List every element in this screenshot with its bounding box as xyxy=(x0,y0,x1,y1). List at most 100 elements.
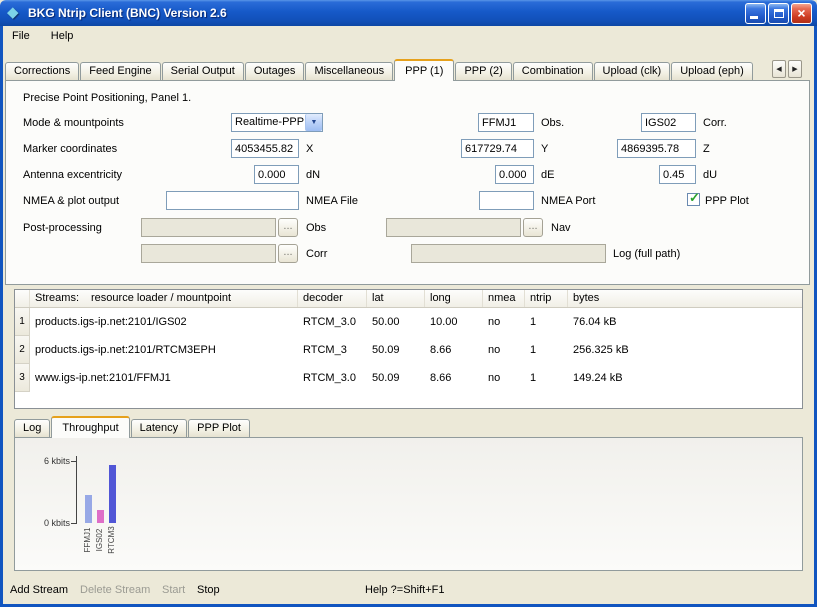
marker-coordinates-label: Marker coordinates xyxy=(23,143,117,155)
obs-label: Obs. xyxy=(541,117,564,129)
tab-combination[interactable]: Combination xyxy=(513,62,593,80)
de-label: dE xyxy=(541,169,554,181)
tab-ppp-2[interactable]: PPP (2) xyxy=(455,62,511,80)
menu-help[interactable]: Help xyxy=(42,26,83,46)
header-long: long xyxy=(425,290,483,307)
row-number[interactable]: 1 xyxy=(15,308,30,336)
y-label: Y xyxy=(541,143,548,155)
mountpoint-header-label: resource loader / mountpoint xyxy=(91,292,231,304)
streams-table: Streams: resource loader / mountpoint dec… xyxy=(14,289,803,409)
throughput-chart: 6 kbits 0 kbits FFMJ1IGS02RTCM3 xyxy=(14,437,803,571)
cell-decoder: RTCM_3 xyxy=(298,336,367,364)
tab-scroll-left-button[interactable]: ◀ xyxy=(772,60,786,78)
main-tab-bar: Corrections Feed Engine Serial Output Ou… xyxy=(5,58,754,80)
cell-lat: 50.09 xyxy=(367,336,425,364)
add-stream-button[interactable]: Add Stream xyxy=(10,584,68,596)
tab-outages[interactable]: Outages xyxy=(245,62,305,80)
nmea-file-label: NMEA File xyxy=(306,195,358,207)
table-row[interactable]: 3 www.igs-ip.net:2101/FFMJ1 RTCM_3.0 50.… xyxy=(15,364,802,392)
cell-lat: 50.09 xyxy=(367,364,425,392)
cell-bytes: 76.04 kB xyxy=(568,308,802,336)
tab-scroll-right-button[interactable]: ▶ xyxy=(788,60,802,78)
du-field[interactable] xyxy=(659,165,696,184)
titlebar[interactable]: ◆ BKG Ntrip Client (BNC) Version 2.6 × xyxy=(0,0,817,26)
check-icon: ✓ xyxy=(689,190,700,206)
table-row[interactable]: 2 products.igs-ip.net:2101/RTCM3EPH RTCM… xyxy=(15,336,802,364)
tab-log[interactable]: Log xyxy=(14,419,50,437)
row-number[interactable]: 2 xyxy=(15,336,30,364)
tab-serial-output[interactable]: Serial Output xyxy=(162,62,244,80)
header-corner xyxy=(15,290,30,307)
table-header: Streams: resource loader / mountpoint dec… xyxy=(15,290,802,308)
tab-upload-clk[interactable]: Upload (clk) xyxy=(594,62,671,80)
obs-mountpoint-field[interactable] xyxy=(478,113,534,132)
de-field[interactable] xyxy=(495,165,534,184)
maximize-button[interactable] xyxy=(768,3,789,24)
y-tick-6 xyxy=(71,461,76,462)
minimize-button[interactable] xyxy=(745,3,766,24)
tab-latency[interactable]: Latency xyxy=(131,419,188,437)
y-coordinate-field[interactable] xyxy=(461,139,534,158)
header-lat: lat xyxy=(367,290,425,307)
close-button[interactable]: × xyxy=(791,3,812,24)
menu-file[interactable]: File xyxy=(3,26,39,46)
cell-nmea: no xyxy=(483,308,525,336)
header-decoder: decoder xyxy=(298,290,367,307)
pp-corr-label: Corr xyxy=(306,248,327,260)
dn-field[interactable] xyxy=(254,165,299,184)
help-label[interactable]: Help ?=Shift+F1 xyxy=(365,584,445,596)
header-ntrip: ntrip xyxy=(525,290,568,307)
tab-feed-engine[interactable]: Feed Engine xyxy=(80,62,160,80)
cell-bytes: 256.325 kB xyxy=(568,336,802,364)
delete-stream-button: Delete Stream xyxy=(80,584,150,596)
throughput-plot: 6 kbits 0 kbits FFMJ1IGS02RTCM3 xyxy=(15,438,802,570)
streams-label: Streams: xyxy=(35,292,79,304)
window-controls: × xyxy=(745,3,812,24)
pp-obs-field xyxy=(141,218,276,237)
cell-ntrip: 1 xyxy=(525,336,568,364)
nmea-file-field[interactable] xyxy=(166,191,299,210)
pp-log-label: Log (full path) xyxy=(613,248,680,260)
pp-corr-field xyxy=(141,244,276,263)
nmea-port-field[interactable] xyxy=(479,191,534,210)
cell-nmea: no xyxy=(483,364,525,392)
ppp-plot-checkbox[interactable]: ✓ xyxy=(687,193,700,206)
stop-button[interactable]: Stop xyxy=(197,584,220,596)
cell-lat: 50.00 xyxy=(367,308,425,336)
row-number[interactable]: 3 xyxy=(15,364,30,392)
chart-x-label: FFMJ1 xyxy=(83,520,93,560)
tab-ppp-plot[interactable]: PPP Plot xyxy=(188,419,250,437)
cell-long: 10.00 xyxy=(425,308,483,336)
cell-long: 8.66 xyxy=(425,364,483,392)
cell-mountpoint: products.igs-ip.net:2101/IGS02 xyxy=(30,308,298,336)
tab-ppp-1[interactable]: PPP (1) xyxy=(394,59,454,81)
cell-decoder: RTCM_3.0 xyxy=(298,364,367,392)
corr-label: Corr. xyxy=(703,117,727,129)
bottom-tab-bar: Log Throughput Latency PPP Plot xyxy=(14,415,251,437)
y-tick-label-top: 6 kbits xyxy=(25,456,70,466)
left-arrow-icon: ◀ xyxy=(776,66,781,73)
cell-mountpoint: www.igs-ip.net:2101/FFMJ1 xyxy=(30,364,298,392)
y-tick-label-bottom: 0 kbits xyxy=(25,518,70,528)
cell-mountpoint: products.igs-ip.net:2101/RTCM3EPH xyxy=(30,336,298,364)
cell-long: 8.66 xyxy=(425,336,483,364)
tab-upload-eph[interactable]: Upload (eph) xyxy=(671,62,753,80)
tab-corrections[interactable]: Corrections xyxy=(5,62,79,80)
menubar: File Help xyxy=(3,26,814,48)
header-mountpoint: Streams: resource loader / mountpoint xyxy=(30,290,298,307)
chart-bar-rtcm3 xyxy=(109,465,116,523)
tab-miscellaneous[interactable]: Miscellaneous xyxy=(305,62,393,80)
mode-dropdown[interactable]: Realtime-PPP ▼ xyxy=(231,113,323,132)
z-label: Z xyxy=(703,143,710,155)
chart-x-label: IGS02 xyxy=(95,520,105,560)
x-coordinate-field[interactable] xyxy=(231,139,299,158)
table-row[interactable]: 1 products.igs-ip.net:2101/IGS02 RTCM_3.… xyxy=(15,308,802,336)
nmea-port-label: NMEA Port xyxy=(541,195,595,207)
corr-mountpoint-field[interactable] xyxy=(641,113,696,132)
tab-throughput[interactable]: Throughput xyxy=(51,416,129,438)
pp-log-field xyxy=(411,244,606,263)
pp-nav-label: Nav xyxy=(551,222,571,234)
z-coordinate-field[interactable] xyxy=(617,139,696,158)
pp-obs-label: Obs xyxy=(306,222,326,234)
cell-ntrip: 1 xyxy=(525,308,568,336)
